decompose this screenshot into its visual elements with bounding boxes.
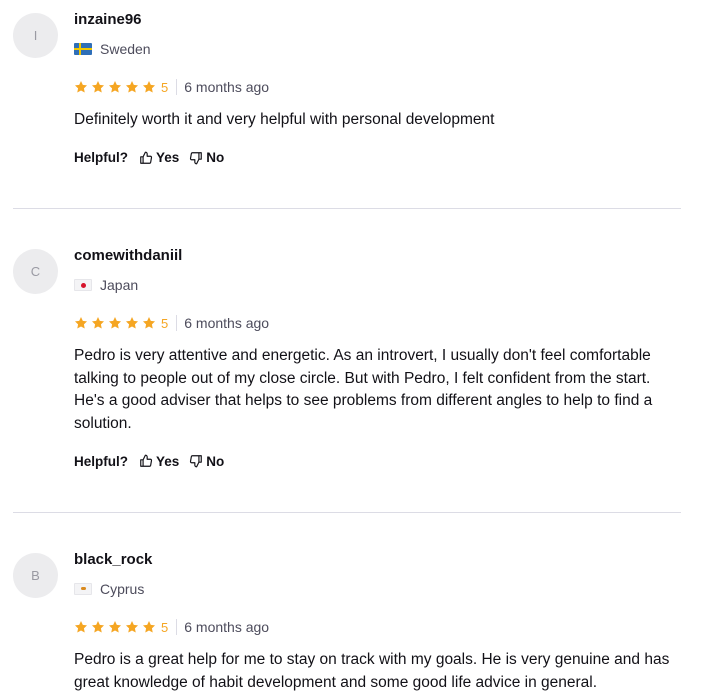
no-label: No <box>206 453 225 469</box>
vertical-divider <box>176 619 178 635</box>
country-name: Cyprus <box>100 581 145 597</box>
yes-label: Yes <box>156 150 180 165</box>
review-text: Pedro is a great help for me to stay on … <box>74 651 670 691</box>
helpful-label: Helpful? <box>74 453 128 469</box>
star-icon <box>108 316 122 330</box>
avatar[interactable]: I <box>13 13 58 58</box>
cyprus-flag-icon <box>74 583 92 595</box>
country-name: Japan <box>100 277 139 293</box>
helpful-label: Helpful? <box>74 150 128 165</box>
reviewer-username[interactable]: comewithdaniil <box>74 246 684 266</box>
rating-value: 5 <box>161 315 169 331</box>
avatar[interactable]: C <box>13 249 58 294</box>
review-date: 6 months ago <box>184 79 270 95</box>
star-icon <box>91 80 105 94</box>
reviewer-country: Cyprus <box>74 579 684 599</box>
star-icon <box>74 316 88 330</box>
star-rating <box>74 620 159 634</box>
rating-row: 5 6 months ago <box>74 77 684 97</box>
vertical-divider <box>176 79 178 95</box>
helpful-row: Helpful? Yes No <box>74 451 684 471</box>
thumbs-down-icon <box>190 151 203 164</box>
helpful-no-button[interactable]: No <box>189 454 224 469</box>
rating-value: 5 <box>161 619 169 635</box>
review-content: black_rock Cyprus 5 6 months ago Pedro i… <box>74 550 684 694</box>
review-content: inzaine96 Sweden 5 6 months ago Definite… <box>74 10 684 168</box>
reviewer-country: Sweden <box>74 39 684 59</box>
review-separator <box>13 208 681 209</box>
review-separator <box>13 512 681 513</box>
star-icon <box>91 316 105 330</box>
star-icon <box>125 316 139 330</box>
avatar[interactable]: B <box>13 553 58 598</box>
review-date: 6 months ago <box>184 619 270 635</box>
helpful-yes-button[interactable]: Yes <box>139 454 179 469</box>
helpful-yes-button[interactable]: Yes <box>139 150 179 165</box>
star-rating <box>74 80 159 94</box>
star-icon <box>91 620 105 634</box>
star-icon <box>142 316 156 330</box>
thumbs-up-icon <box>140 151 153 164</box>
star-icon <box>142 80 156 94</box>
star-icon <box>142 620 156 634</box>
rating-value: 5 <box>161 79 169 95</box>
country-name: Sweden <box>100 41 151 57</box>
thumbs-up-icon <box>140 454 153 467</box>
star-icon <box>125 620 139 634</box>
star-icon <box>108 620 122 634</box>
no-label: No <box>206 150 225 165</box>
review-date: 6 months ago <box>184 315 270 331</box>
sweden-flag-icon <box>74 43 92 55</box>
review-text: Definitely worth it and very helpful wit… <box>74 111 495 128</box>
yes-label: Yes <box>156 453 180 469</box>
star-icon <box>108 80 122 94</box>
vertical-divider <box>176 315 178 331</box>
star-icon <box>125 80 139 94</box>
thumbs-down-icon <box>190 455 203 468</box>
review-text: Pedro is very attentive and energetic. A… <box>74 347 653 432</box>
star-icon <box>74 620 88 634</box>
helpful-no-button[interactable]: No <box>189 150 224 165</box>
helpful-row: Helpful? Yes No <box>74 148 684 168</box>
star-icon <box>74 80 88 94</box>
reviewer-country: Japan <box>74 275 684 295</box>
rating-row: 5 6 months ago <box>74 617 684 637</box>
review-content: comewithdaniil Japan 5 6 months ago Pedr… <box>74 246 684 471</box>
reviewer-username[interactable]: inzaine96 <box>74 10 684 30</box>
reviewer-username[interactable]: black_rock <box>74 550 684 570</box>
star-rating <box>74 316 159 330</box>
rating-row: 5 6 months ago <box>74 313 684 333</box>
japan-flag-icon <box>74 279 92 291</box>
